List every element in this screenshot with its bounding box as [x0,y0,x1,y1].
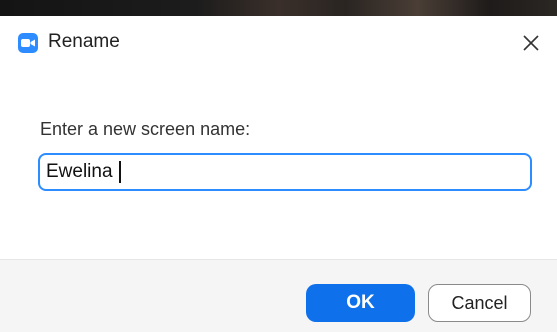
title-bar: Rename [0,16,557,72]
ok-button[interactable]: OK [306,284,415,322]
rename-dialog: Rename Enter a new screen name: Ewelina … [0,16,557,332]
screen-name-value: Ewelina [46,161,113,182]
dialog-footer: OK Cancel [0,259,557,332]
dialog-title: Rename [48,31,120,52]
screen-name-label: Enter a new screen name: [40,119,251,139]
text-caret [118,161,121,183]
close-button[interactable] [516,28,546,58]
screen-name-input[interactable]: Ewelina [38,153,532,191]
close-icon [523,35,539,51]
cancel-button[interactable]: Cancel [428,284,531,322]
background-window-strip [0,0,557,16]
zoom-camera-icon [18,33,38,53]
